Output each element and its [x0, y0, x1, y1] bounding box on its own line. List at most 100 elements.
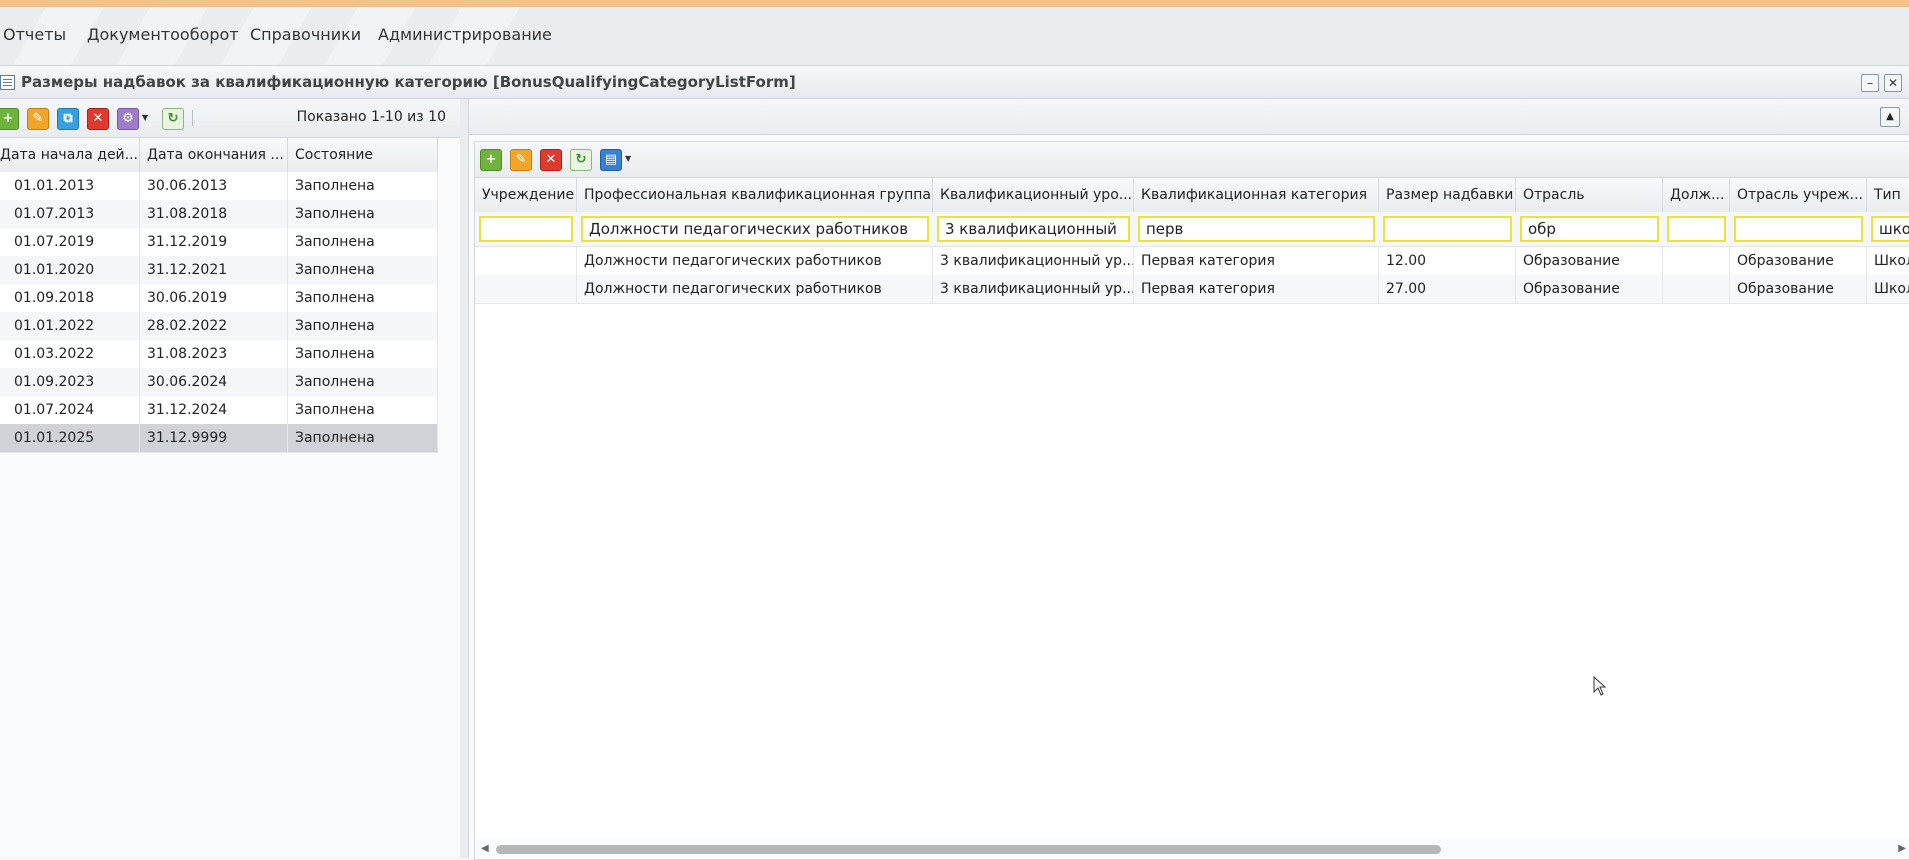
- edit-icon[interactable]: ✎: [27, 108, 49, 130]
- cell-status: Заполнена: [288, 424, 438, 452]
- cell-qualification-category: Первая категория: [1134, 247, 1379, 275]
- cell-start-date: 01.09.2023: [0, 368, 140, 396]
- cell-start-date: 01.07.2019: [0, 228, 140, 256]
- cell-end-date: 30.06.2024: [140, 368, 288, 396]
- cell-end-date: 31.12.2021: [140, 256, 288, 284]
- scroll-left-icon[interactable]: ◀: [481, 843, 489, 854]
- column-bonus-size[interactable]: Размер надбавки: [1379, 178, 1516, 212]
- menu-administration[interactable]: Администрирование: [378, 25, 552, 44]
- window-titlebar: Размеры надбавок за квалификационную кат…: [0, 66, 1909, 99]
- delete-icon[interactable]: ✕: [87, 108, 109, 130]
- table-row[interactable]: 01.07.2024 31.12.2024 Заполнена: [0, 396, 438, 425]
- column-start-date[interactable]: Дата начала дей...: [0, 138, 140, 172]
- cell-status: Заполнена: [288, 284, 438, 312]
- cell-end-date: 31.12.9999: [140, 424, 288, 452]
- filter-type[interactable]: [1871, 216, 1909, 242]
- cell-end-date: 28.02.2022: [140, 312, 288, 340]
- refresh-icon[interactable]: ↻: [162, 108, 184, 130]
- delete-icon[interactable]: ✕: [540, 149, 562, 171]
- column-status[interactable]: Состояние: [288, 138, 438, 172]
- table-row[interactable]: Должности педагогических работников 3 кв…: [475, 275, 1909, 304]
- menu-directories[interactable]: Справочники: [250, 25, 361, 44]
- edit-icon[interactable]: ✎: [510, 149, 532, 171]
- filter-row: [475, 212, 1909, 247]
- table-row[interactable]: Должности педагогических работников 3 кв…: [475, 247, 1909, 276]
- filter-bonus-size[interactable]: [1383, 216, 1512, 242]
- column-qualification-level[interactable]: Квалификационный уро...: [933, 178, 1134, 212]
- chevron-down-icon[interactable]: ▼: [142, 113, 148, 122]
- column-type[interactable]: Тип: [1867, 178, 1909, 212]
- main-menu-bar: Отчеты Документооборот Справочники Админ…: [0, 7, 1909, 66]
- cell-start-date: 01.01.2025: [0, 424, 140, 452]
- periods-toolbar: + ✎ ⧉ ✕ ⚙ ▼ ↻ Показано 1-10 из 10: [0, 99, 460, 138]
- cell-qualification-category: Первая категория: [1134, 275, 1379, 303]
- table-row[interactable]: 01.01.2022 28.02.2022 Заполнена: [0, 312, 438, 341]
- column-institution[interactable]: Учреждение: [475, 178, 577, 212]
- cell-institution-industry: Образование: [1730, 247, 1867, 275]
- column-professional-group[interactable]: Профессиональная квалификационная группа: [577, 178, 933, 212]
- table-row[interactable]: 01.07.2019 31.12.2019 Заполнена: [0, 228, 438, 257]
- bonus-details-panel: ▲ + ✎ ✕ ↻ ▤ ▼ Учреждение Профессиональна…: [469, 99, 1909, 860]
- table-row[interactable]: 01.01.2020 31.12.2021 Заполнена: [0, 256, 438, 285]
- cell-start-date: 01.09.2018: [0, 284, 140, 312]
- horizontal-scrollbar[interactable]: ◀ ▶: [475, 839, 1909, 859]
- cell-qualification-level: 3 квалификационный ур...: [933, 275, 1134, 303]
- menu-reports[interactable]: Отчеты: [3, 25, 66, 44]
- add-icon[interactable]: +: [0, 108, 19, 130]
- collapse-up-icon[interactable]: ▲: [1880, 107, 1900, 127]
- column-institution-industry[interactable]: Отрасль учреж...: [1730, 178, 1867, 212]
- cell-industry: Образование: [1516, 247, 1663, 275]
- filter-professional-group[interactable]: [581, 216, 929, 242]
- filter-industry[interactable]: [1520, 216, 1659, 242]
- menu-document-flow[interactable]: Документооборот: [87, 25, 239, 44]
- bonus-grid-header: Учреждение Профессиональная квалификацио…: [475, 178, 1909, 213]
- cell-institution: [475, 247, 577, 275]
- filter-institution[interactable]: [479, 216, 573, 242]
- pager-status: Показано 1-10 из 10: [296, 109, 446, 125]
- cell-start-date: 01.01.2013: [0, 172, 140, 200]
- column-position[interactable]: Долж...: [1663, 178, 1730, 212]
- cell-start-date: 01.01.2022: [0, 312, 140, 340]
- cell-start-date: 01.07.2013: [0, 200, 140, 228]
- column-end-date[interactable]: Дата окончания ...: [140, 138, 288, 172]
- table-row[interactable]: 01.01.2013 30.06.2013 Заполнена: [0, 172, 438, 201]
- minimize-icon[interactable]: –: [1861, 74, 1879, 92]
- cell-end-date: 31.12.2019: [140, 228, 288, 256]
- cell-end-date: 30.06.2019: [140, 284, 288, 312]
- details-collapse-bar: ▲: [469, 99, 1909, 135]
- cell-type: Школа: [1867, 247, 1909, 275]
- refresh-icon[interactable]: ↻: [570, 149, 592, 171]
- cell-institution: [475, 275, 577, 303]
- column-industry[interactable]: Отрасль: [1516, 178, 1663, 212]
- bonus-grid: + ✎ ✕ ↻ ▤ ▼ Учреждение Профессиональная …: [474, 141, 1909, 860]
- copy-icon[interactable]: ⧉: [57, 108, 79, 130]
- cell-end-date: 31.08.2018: [140, 200, 288, 228]
- mouse-cursor-icon: [1593, 676, 1607, 696]
- filter-position[interactable]: [1667, 216, 1726, 242]
- table-row[interactable]: 01.07.2013 31.08.2018 Заполнена: [0, 200, 438, 229]
- add-icon[interactable]: +: [480, 149, 502, 171]
- print-icon[interactable]: ▤: [600, 149, 622, 171]
- cell-status: Заполнена: [288, 172, 438, 200]
- table-row[interactable]: 01.09.2018 30.06.2019 Заполнена: [0, 284, 438, 313]
- scrollbar-thumb[interactable]: [496, 845, 1441, 854]
- table-row[interactable]: 01.09.2023 30.06.2024 Заполнена: [0, 368, 438, 397]
- cell-start-date: 01.07.2024: [0, 396, 140, 424]
- table-row[interactable]: 01.03.2022 31.08.2023 Заполнена: [0, 340, 438, 369]
- column-qualification-category[interactable]: Квалификационная категория: [1134, 178, 1379, 212]
- cell-end-date: 31.12.2024: [140, 396, 288, 424]
- cell-industry: Образование: [1516, 275, 1663, 303]
- cell-bonus-size: 27.00: [1379, 275, 1516, 303]
- filter-qualification-level[interactable]: [937, 216, 1130, 242]
- filter-qualification-category[interactable]: [1138, 216, 1375, 242]
- settings-icon[interactable]: ⚙: [117, 108, 139, 130]
- chevron-down-icon[interactable]: ▼: [625, 154, 631, 163]
- table-row-selected[interactable]: 01.01.2025 31.12.9999 Заполнена: [0, 424, 438, 453]
- scroll-right-icon[interactable]: ▶: [1898, 843, 1906, 854]
- close-icon[interactable]: ✕: [1884, 74, 1902, 92]
- cell-end-date: 31.08.2023: [140, 340, 288, 368]
- cell-status: Заполнена: [288, 368, 438, 396]
- panel-splitter[interactable]: [460, 99, 469, 858]
- cell-status: Заполнена: [288, 396, 438, 424]
- filter-institution-industry[interactable]: [1734, 216, 1863, 242]
